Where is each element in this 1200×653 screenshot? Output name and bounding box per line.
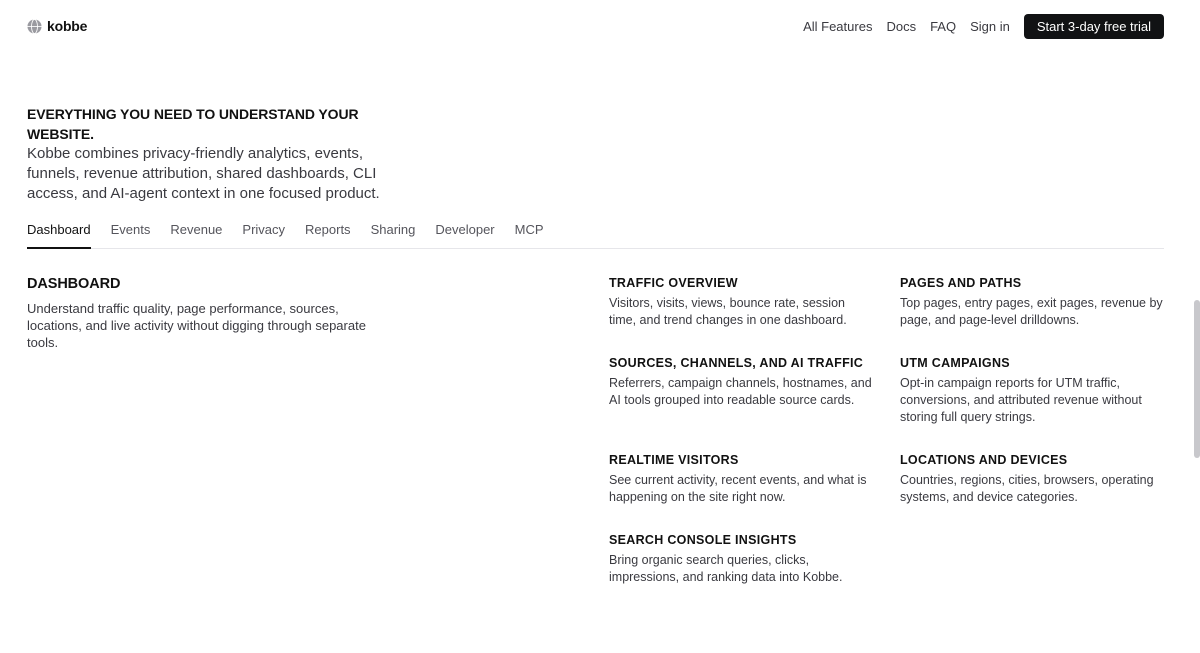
nav-docs[interactable]: Docs [886, 19, 916, 34]
feature-utm-campaigns: UTM campaigns Opt-in campaign reports fo… [900, 355, 1164, 426]
tab-privacy[interactable]: Privacy [242, 220, 285, 246]
feature-pages-and-paths: Pages and paths Top pages, entry pages, … [900, 275, 1164, 329]
feature-text: Opt-in campaign reports for UTM traffic,… [900, 376, 1142, 424]
feature-title: Realtime visitors [609, 453, 739, 467]
tab-dashboard[interactable]: Dashboard [27, 220, 91, 249]
start-trial-button[interactable]: Start 3-day free trial [1023, 14, 1164, 39]
feature-text: See current activity, recent events, and… [609, 473, 867, 504]
feature-text: Referrers, campaign channels, hostnames,… [609, 376, 872, 407]
scrollbar-thumb[interactable] [1194, 300, 1200, 458]
hero-text: Kobbe combines privacy-friendly analytic… [27, 145, 380, 202]
feature-title: UTM campaigns [900, 356, 1010, 370]
nav-faq[interactable]: FAQ [930, 19, 956, 34]
feature-text: Top pages, entry pages, exit pages, reve… [900, 296, 1163, 327]
feature-locations-devices: Locations and devices Countries, regions… [900, 452, 1164, 506]
feature-realtime-visitors: Realtime visitors See current activity, … [609, 452, 873, 506]
section-description: Understand traffic quality, page perform… [27, 301, 366, 350]
feature-sources-channels: Sources, channels, and AI traffic Referr… [609, 355, 873, 409]
tab-reports[interactable]: Reports [305, 220, 351, 246]
feature-title: Locations and devices [900, 453, 1068, 467]
hero: Everything you need to understand your w… [27, 104, 407, 204]
nav-all-features[interactable]: All Features [803, 19, 872, 34]
tab-sharing[interactable]: Sharing [371, 220, 416, 246]
tab-events[interactable]: Events [111, 220, 151, 246]
hero-title: Everything you need to understand your w… [27, 106, 359, 142]
feature-title: Pages and paths [900, 276, 1022, 290]
top-nav: All Features Docs FAQ Sign in Start 3-da… [789, 14, 1164, 39]
section-title: Dashboard [27, 276, 121, 292]
feature-traffic-overview: Traffic overview Visitors, visits, views… [609, 275, 873, 329]
globe-icon [27, 18, 42, 34]
feature-title: Sources, channels, and AI traffic [609, 356, 864, 370]
tab-mcp[interactable]: MCP [515, 220, 544, 246]
logo[interactable]: kobbe [27, 18, 87, 34]
tab-developer[interactable]: Developer [435, 220, 494, 246]
feature-tabs: Dashboard Events Revenue Privacy Reports… [27, 220, 1164, 249]
nav-sign-in[interactable]: Sign in [970, 19, 1010, 34]
feature-text: Visitors, visits, views, bounce rate, se… [609, 296, 847, 327]
feature-text: Bring organic search queries, clicks, im… [609, 553, 843, 584]
feature-text: Countries, regions, cities, browsers, op… [900, 473, 1154, 504]
feature-search-console: Search Console insights Bring organic se… [609, 532, 873, 586]
feature-title: Search Console insights [609, 533, 797, 547]
feature-title: Traffic overview [609, 276, 738, 290]
tab-revenue[interactable]: Revenue [170, 220, 222, 246]
logo-text: kobbe [47, 18, 88, 34]
